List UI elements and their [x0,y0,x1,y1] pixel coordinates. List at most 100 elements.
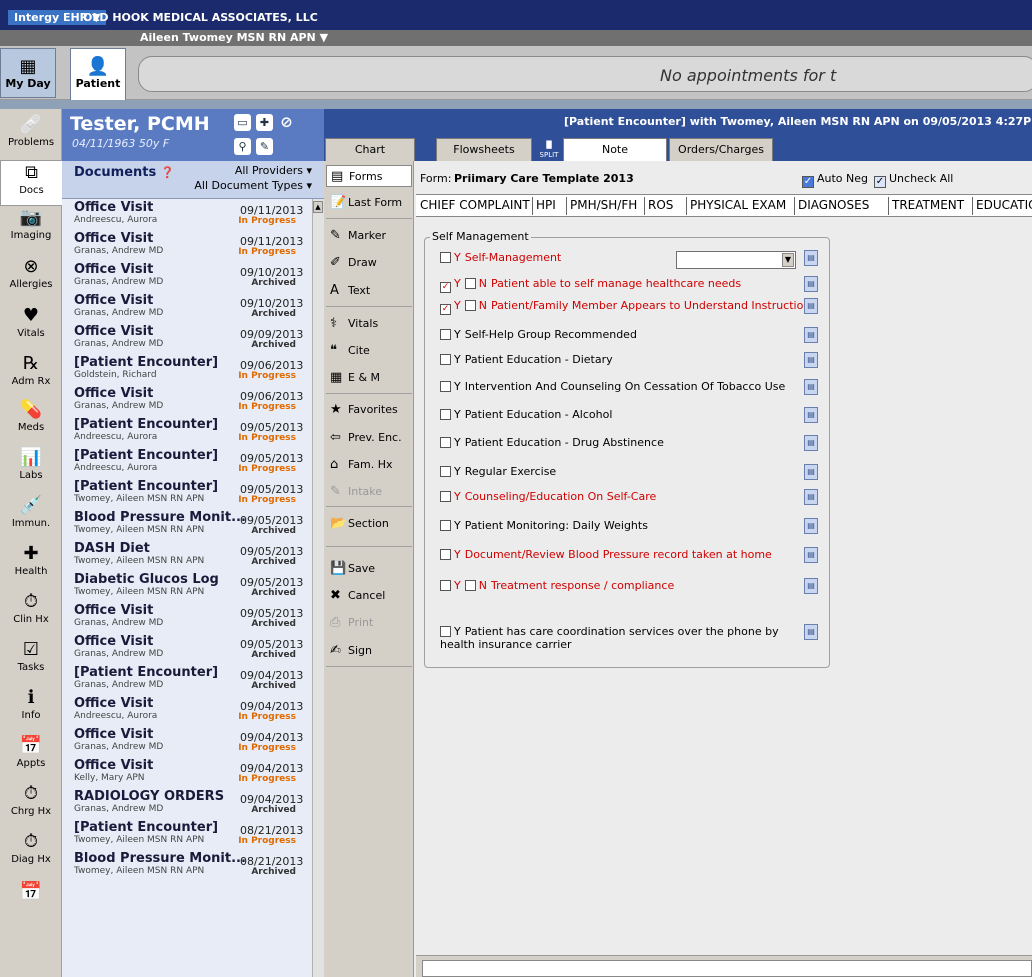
nav-item-problems[interactable]: 🩹 Problems [0,113,62,159]
prohibited-icon[interactable]: ⊘ [278,114,295,131]
yes-checkbox[interactable]: ✓ [440,282,451,293]
item-note-icon[interactable]: ▤ [804,250,818,266]
item-note-icon[interactable]: ▤ [804,547,818,563]
document-row[interactable]: Office Visit Granas, Andrew MD 09/04/2013 I… [62,726,312,755]
document-row[interactable]: Office Visit Kelly, Mary APN 09/04/2013 In … [62,757,312,786]
nav-item-health[interactable]: ✚ Health [0,542,62,588]
nav-item-clin-hx[interactable]: ⏱ Clin Hx [0,590,62,636]
uncheck-all-button[interactable]: ✓ Uncheck All [874,172,953,188]
section-tab-chief-complaint[interactable]: CHIEF COMPLAINT [420,198,530,212]
document-row[interactable]: Office Visit Granas, Andrew MD 09/11/2013 I… [62,230,312,259]
cancel-button[interactable]: ✖ Cancel [326,585,412,607]
document-row[interactable]: [Patient Encounter] Twomey, Aileen MSN RN… [62,478,312,507]
wand-icon[interactable]: ✎ [256,138,273,155]
item-note-icon[interactable]: ▤ [804,435,818,451]
self-management-select[interactable] [676,251,796,269]
yes-checkbox[interactable] [440,626,451,637]
no-checkbox[interactable] [464,300,476,311]
prev-enc-button[interactable]: ⇦ Prev. Enc. [326,427,412,449]
document-row[interactable]: Blood Pressure Monit... Twomey, Aileen MS… [62,850,312,879]
document-row[interactable]: Blood Pressure Monit... Twomey, Aileen MS… [62,509,312,538]
nav-item-immun[interactable]: 💉 Immun. [0,494,62,540]
section-tab-hpi[interactable]: HPI [536,198,556,212]
documents-scrollbar[interactable] [312,199,324,977]
favorites-button[interactable]: ★ Favorites [326,399,412,421]
section-tab-education[interactable]: EDUCATION [976,198,1032,212]
item-note-icon[interactable]: ▤ [804,298,818,314]
tab-chart[interactable]: Chart [325,138,415,161]
item-note-icon[interactable]: ▤ [804,379,818,395]
no-checkbox[interactable] [464,278,476,289]
yes-checkbox[interactable]: ✓ [440,304,451,315]
last-form-button[interactable]: 📝 Last Form [326,192,412,214]
split-view-button[interactable]: ▐▌ SPLIT [538,138,560,161]
yes-checkbox[interactable] [440,252,451,263]
scroll-up-arrow-icon[interactable]: ▲ [313,201,323,213]
user-menu[interactable]: Aileen Twomey MSN RN APN ▼ [140,31,328,44]
nav-item-labs[interactable]: 📊 Labs [0,446,62,492]
patient-button[interactable]: 👤 Patient [70,48,126,100]
document-row[interactable]: [Patient Encounter] Granas, Andrew MD 09/0… [62,664,312,693]
note-text-box[interactable] [422,960,1032,977]
yes-checkbox[interactable] [440,520,451,531]
no-checkbox[interactable] [464,580,476,591]
text-button[interactable]: A Text [326,280,412,302]
yes-checkbox[interactable] [440,354,451,365]
section-tab-physical-exam[interactable]: PHYSICAL EXAM [690,198,786,212]
providers-filter[interactable]: All Providers ▾ [230,164,312,177]
tab-orders-charges[interactable]: Orders/Charges [669,138,773,161]
nav-item-allergies[interactable]: ⊗ Allergies [0,255,62,301]
document-row[interactable]: [Patient Encounter] Andreescu, Aurora 09/0… [62,447,312,476]
nav-item-docs[interactable]: ⧉ Docs [0,160,62,206]
item-note-icon[interactable]: ▤ [804,464,818,480]
fam-hx-button[interactable]: ⌂ Fam. Hx [326,454,412,476]
yes-checkbox[interactable] [440,409,451,420]
item-note-icon[interactable]: ▤ [804,352,818,368]
medical-bag-icon[interactable]: ✚ [256,114,273,131]
yes-checkbox[interactable] [440,466,451,477]
document-row[interactable]: [Patient Encounter] Twomey, Aileen MSN RN… [62,819,312,848]
item-note-icon[interactable]: ▤ [804,407,818,423]
document-row[interactable]: Office Visit Granas, Andrew MD 09/05/2013 A… [62,633,312,662]
save-button[interactable]: 💾 Save [326,558,412,580]
dropdown-arrow-icon[interactable]: ▼ [782,253,794,267]
item-note-icon[interactable]: ▤ [804,624,818,640]
item-note-icon[interactable]: ▤ [804,489,818,505]
section-tab-pmh-sh-fh[interactable]: PMH/SH/FH [570,198,637,212]
item-note-icon[interactable]: ▤ [804,327,818,343]
nav-item-appts[interactable]: 📅 Appts [0,734,62,780]
tab-flowsheets[interactable]: Flowsheets [436,138,532,161]
nav-item-more[interactable]: 📅 [0,880,62,926]
nav-item-info[interactable]: ℹ Info [0,686,62,732]
document-row[interactable]: Office Visit Granas, Andrew MD 09/05/2013 A… [62,602,312,631]
document-row[interactable]: Office Visit Granas, Andrew MD 09/06/2013 I… [62,385,312,414]
document-row[interactable]: Office Visit Granas, Andrew MD 09/10/2013 A… [62,261,312,290]
forms-button[interactable]: ▤ Forms [326,165,412,187]
yes-checkbox[interactable] [440,549,451,560]
item-note-icon[interactable]: ▤ [804,276,818,292]
sign-button[interactable]: ✍ Sign [326,640,412,662]
nav-item-imaging[interactable]: 📷 Imaging [0,206,62,252]
document-types-filter[interactable]: All Document Types ▾ [175,179,312,192]
print-button[interactable]: ⎙ Print [326,612,412,634]
section-button[interactable]: 📂 Section [326,513,412,535]
document-row[interactable]: Diabetic Glucos Log Twomey, Aileen MSN RN… [62,571,312,600]
lightbulb-icon[interactable]: ⚲ [234,138,251,155]
nav-item-diag-hx[interactable]: ⏱ Diag Hx [0,830,62,876]
cite-button[interactable]: ❝ Cite [326,340,412,362]
yes-checkbox[interactable] [440,491,451,502]
document-row[interactable]: Office Visit Andreescu, Aurora 09/11/2013 I… [62,199,312,228]
section-tab-treatment[interactable]: TREATMENT [892,198,964,212]
document-row[interactable]: Office Visit Andreescu, Aurora 09/04/2013 I… [62,695,312,724]
nav-item-adm-rx[interactable]: ℞ Adm Rx [0,352,62,398]
yes-checkbox[interactable] [440,381,451,392]
vitals-button[interactable]: ⚕ Vitals [326,313,412,335]
section-tab-diagnoses[interactable]: DIAGNOSES [798,198,869,212]
document-row[interactable]: Office Visit Granas, Andrew MD 09/09/2013 A… [62,323,312,352]
help-icon[interactable]: ❓ [161,166,175,179]
marker-button[interactable]: ✎ Marker [326,225,412,247]
item-note-icon[interactable]: ▤ [804,518,818,534]
section-tab-ros[interactable]: ROS [648,198,673,212]
tab-note[interactable]: Note [563,138,667,161]
nav-item-tasks[interactable]: ☑ Tasks [0,638,62,684]
